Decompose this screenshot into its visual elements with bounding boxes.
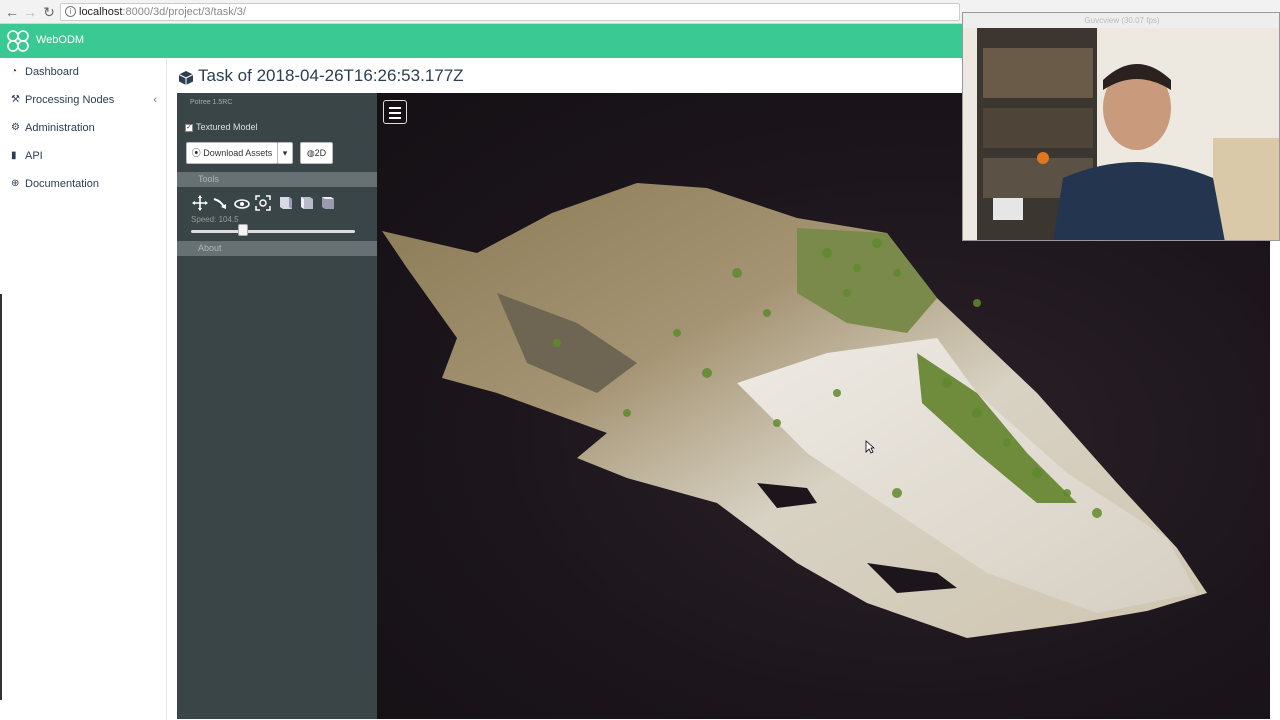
webcam-overlay: Guvcview (30.07 fps) <box>962 12 1280 241</box>
chevron-left-icon[interactable]: ‹ <box>153 86 157 114</box>
sidebar-item-processing-nodes[interactable]: ⚒ Processing Nodes ‹ <box>0 86 167 114</box>
sidebar-item-label: Documentation <box>25 178 99 190</box>
url-host: localhost <box>79 6 123 18</box>
sidebar-item-label: API <box>25 150 43 162</box>
textured-model-checkbox[interactable]: ✓ <box>185 123 193 132</box>
sidebar-item-label: Processing Nodes <box>25 94 115 106</box>
lifebuoy-icon: ⊕ <box>11 178 20 189</box>
fly-control-icon[interactable] <box>212 194 230 212</box>
book-icon: ▮ <box>11 150 17 161</box>
sidebar-item-label: Dashboard <box>25 66 79 78</box>
mouse-cursor-icon <box>865 440 875 454</box>
speed-label: Speed: 104.5 <box>191 215 239 224</box>
view-2d-button[interactable]: ◍2D <box>300 142 333 164</box>
potree-menu-button[interactable] <box>383 100 407 124</box>
front-view-icon[interactable] <box>277 194 295 212</box>
earth-control-icon[interactable] <box>191 194 209 212</box>
reload-icon[interactable]: ↻ <box>40 3 58 21</box>
sidebar-item-dashboard[interactable]: ◔ Dashboard <box>0 58 167 86</box>
orbit-control-icon[interactable] <box>233 194 251 212</box>
focus-control-icon[interactable] <box>254 194 272 212</box>
sidebar-item-api[interactable]: ▮ API <box>0 142 167 170</box>
webcam-video-frame <box>963 28 1279 240</box>
about-section-header[interactable]: About <box>177 241 377 256</box>
page-title: Task of 2018-04-26T16:26:53.177Z <box>198 66 464 85</box>
sidebar: ◔ Dashboard ⚒ Processing Nodes ‹ ⚙ Admin… <box>0 58 167 720</box>
sidebar-item-documentation[interactable]: ⊕ Documentation <box>0 170 167 198</box>
webodm-logo-icon[interactable] <box>5 28 31 54</box>
cube-icon <box>178 71 194 85</box>
download-assets-label: Download Assets <box>203 148 273 158</box>
speed-slider-track[interactable] <box>191 230 355 233</box>
webcam-title: Guvcview (30.07 fps) <box>963 13 1279 28</box>
cogs-icon: ⚙ <box>11 122 20 133</box>
globe-icon: ◍ <box>306 148 315 158</box>
textured-model-toggle[interactable]: ✓ Textured Model <box>185 122 258 132</box>
caret-down-icon: ▾ <box>282 148 288 158</box>
left-view-icon[interactable] <box>298 194 316 212</box>
address-bar[interactable]: i localhost:8000/3d/project/3/task/3/ <box>60 3 960 21</box>
potree-version: Potree 1.5RC <box>190 99 233 106</box>
download-assets-button[interactable]: ⦿ Download Assets <box>186 142 278 164</box>
dashboard-icon: ◔ <box>11 66 18 77</box>
sidebar-item-label: Administration <box>25 122 95 134</box>
download-dropdown-button[interactable]: ▾ <box>277 142 293 164</box>
window-edge <box>0 294 2 700</box>
url-path: :8000/3d/project/3/task/3/ <box>122 6 246 18</box>
wrench-icon: ⚒ <box>11 94 20 105</box>
back-icon[interactable]: ← <box>3 3 21 21</box>
textured-model-label: Textured Model <box>196 122 258 132</box>
top-view-icon[interactable] <box>319 194 337 212</box>
info-icon: i <box>65 6 76 17</box>
view-2d-label: 2D <box>314 148 327 158</box>
download-icon: ⦿ <box>191 148 201 158</box>
speed-slider-handle[interactable] <box>238 224 248 236</box>
potree-sidebar: Potree 1.5RC ✓ Textured Model ⦿ Download … <box>177 93 377 719</box>
brand-name[interactable]: WebODM <box>36 34 84 46</box>
tools-section-header[interactable]: Tools <box>177 172 377 187</box>
sidebar-item-administration[interactable]: ⚙ Administration <box>0 114 167 142</box>
forward-icon[interactable]: → <box>21 3 39 21</box>
